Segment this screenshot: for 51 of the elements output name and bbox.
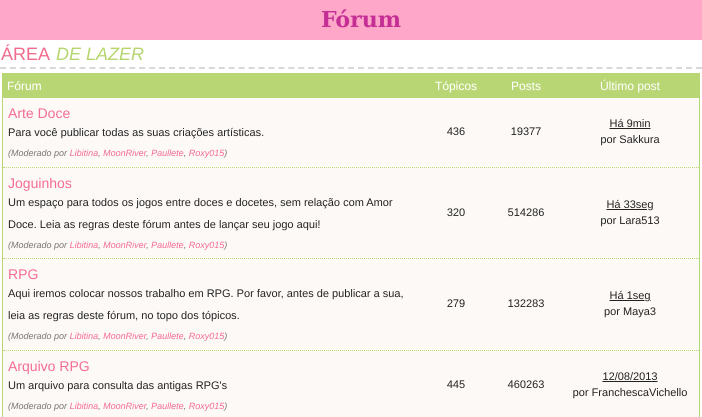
page-title: Fórum — [321, 6, 401, 34]
topic-count: 436 — [446, 125, 466, 140]
forum-link[interactable]: Joguinhos — [8, 174, 72, 192]
moderator-link[interactable]: Libitina — [70, 331, 98, 341]
forum-description: Um espaço para todos os jogos entre doces e docetes, sem relação com Amor Doce. Leia as regras deste fórum antes de lançar seu jogo aqui! — [8, 196, 394, 232]
moderator-line: (Moderado por Libitina, MoonRiver, Paullete, Roxy015) — [8, 330, 228, 343]
forum-description: Aqui iremos colocar nossos trabalho em RPG. Por favor, antes de publicar a sua, leia as regras deste fórum, no topo dos tópicos. — [8, 287, 405, 324]
last-post-author: por Sakkura — [600, 133, 660, 148]
last-post-link[interactable]: Há 1seg — [610, 288, 650, 304]
moderator-link[interactable]: Paullete — [151, 240, 184, 250]
last-post-link[interactable]: Há 9min — [610, 116, 650, 132]
last-post-link[interactable]: 12/08/2013 — [602, 368, 658, 385]
moderator-link[interactable]: MoonRiver — [103, 331, 146, 341]
moderator-link[interactable]: Paullete — [151, 148, 184, 158]
post-count: 460263 — [506, 378, 546, 392]
topic-count: 279 — [446, 297, 466, 312]
moderator-link[interactable]: Roxy015 — [188, 331, 224, 341]
forum-link[interactable]: Arquivo RPG — [8, 356, 90, 374]
moderator-link[interactable]: Libitina — [70, 240, 98, 250]
post-count: 19377 — [510, 125, 542, 140]
column-header: Fórum — [6, 78, 43, 95]
last-post-link[interactable]: Há 33seg — [606, 196, 654, 213]
topic-count: 320 — [446, 206, 466, 220]
forum-link[interactable]: Arte Doce — [8, 104, 70, 122]
moderator-link[interactable]: Paullete — [151, 400, 184, 410]
moderator-line: (Moderado por Libitina, MoonRiver, Paullete, Roxy015) — [8, 400, 228, 413]
post-count: 514286 — [506, 206, 546, 220]
post-count: 132283 — [506, 297, 546, 312]
column-header: Tópicos — [434, 78, 478, 95]
moderator-link[interactable]: Paullete — [151, 331, 184, 341]
topic-count: 445 — [446, 378, 466, 392]
section-title: ÁREA — [1, 44, 50, 64]
forum-description: Um arquivo para consulta das antigas RPG's — [8, 378, 228, 394]
moderator-link[interactable]: MoonRiver — [103, 240, 146, 250]
moderator-link[interactable]: Libitina — [70, 400, 98, 410]
moderator-link[interactable]: MoonRiver — [103, 148, 146, 158]
moderator-line: (Moderado por Libitina, MoonRiver, Paullete, Roxy015) — [8, 147, 228, 160]
forum-link[interactable]: RPG — [8, 265, 38, 283]
forum-description: Para você publicar todas as suas criações artísticas. — [8, 126, 264, 141]
moderator-link[interactable]: Roxy015 — [188, 148, 224, 158]
last-post-author: por Maya3 — [604, 305, 656, 320]
column-header: Último post — [598, 78, 662, 95]
section-subtitle: DE LAZER — [56, 44, 144, 64]
moderator-line: (Moderado por Libitina, MoonRiver, Paullete, Roxy015) — [8, 238, 228, 252]
moderator-link[interactable]: Roxy015 — [188, 400, 224, 410]
column-header: Posts — [510, 78, 542, 95]
moderator-link[interactable]: MoonRiver — [103, 400, 146, 410]
moderator-link[interactable]: Libitina — [70, 148, 98, 158]
last-post-author: por Lara513 — [600, 214, 660, 229]
last-post-author: por FranchescaVichello — [572, 386, 688, 401]
moderator-link[interactable]: Roxy015 — [188, 240, 224, 250]
